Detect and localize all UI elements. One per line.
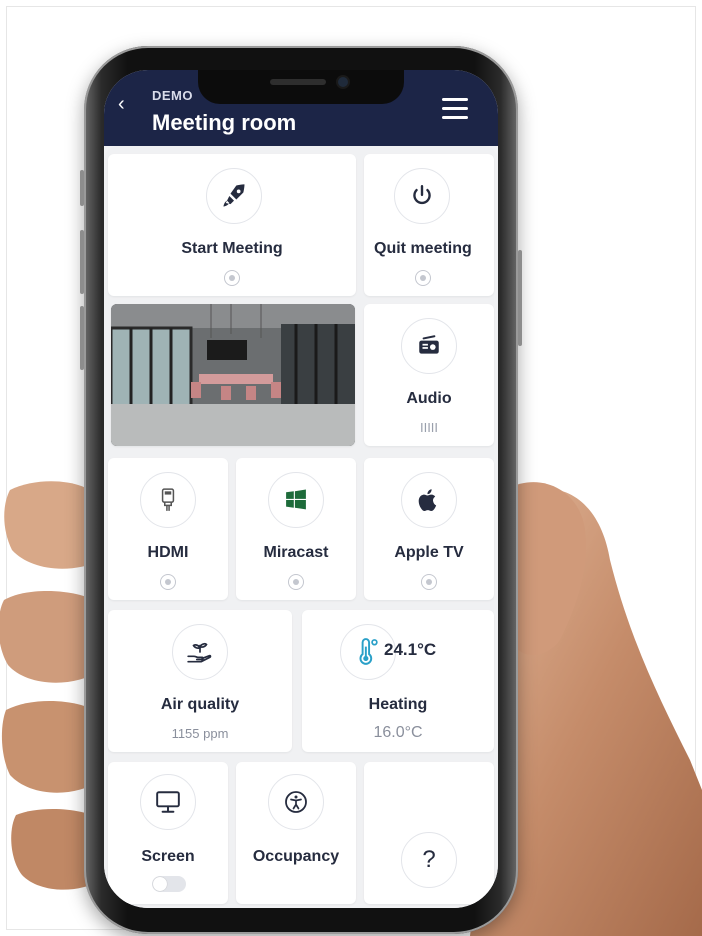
start-meeting-tile[interactable]: Start Meeting	[108, 154, 356, 296]
heating-label: Heating	[368, 696, 428, 713]
tiles-grid: Start Meeting Quit meeting Audio IIIII H…	[104, 146, 498, 908]
apple-tv-indicator	[421, 574, 437, 590]
occupancy-label: Occupancy	[252, 848, 340, 865]
hdmi-icon	[140, 472, 196, 528]
quit-meeting-tile[interactable]: Quit meeting	[364, 154, 494, 296]
miracast-indicator	[288, 574, 304, 590]
power-button	[518, 250, 522, 346]
plant-hand-icon	[172, 624, 228, 680]
windows-icon	[268, 472, 324, 528]
apple-tv-tile[interactable]: Apple TV	[364, 458, 494, 600]
hdmi-tile[interactable]: HDMI	[108, 458, 228, 600]
apple-icon	[401, 472, 457, 528]
apple-tv-label: Apple TV	[394, 544, 464, 561]
volume-down-button	[80, 306, 84, 370]
air-quality-value: 1155 ppm	[171, 726, 229, 741]
monitor-icon	[140, 774, 196, 830]
audio-level: IIIII	[419, 420, 439, 435]
page-title: Meeting room	[152, 110, 297, 135]
screen-toggle[interactable]	[152, 876, 186, 892]
miracast-tile[interactable]: Miracast	[236, 458, 356, 600]
hdmi-label: HDMI	[147, 544, 189, 561]
hamburger-menu-icon[interactable]	[442, 98, 468, 120]
heating-tile[interactable]: 24.1°C Heating 16.0°C	[302, 610, 494, 752]
room-photo	[111, 304, 355, 446]
occupancy-tile[interactable]: Occupancy	[236, 762, 356, 904]
help-tile[interactable]: ?	[364, 762, 494, 904]
power-icon	[394, 168, 450, 224]
air-quality-tile[interactable]: Air quality 1155 ppm	[108, 610, 292, 752]
volume-up-button	[80, 230, 84, 294]
phone-notch	[198, 70, 404, 104]
rocket-icon	[206, 168, 262, 224]
audio-label: Audio	[406, 390, 452, 407]
earpiece-speaker	[270, 79, 326, 85]
front-camera	[338, 77, 348, 87]
phone-screen: ‹ DEMO Meeting room Start Meeting Quit m…	[104, 70, 498, 908]
quit-meeting-label: Quit meeting	[374, 240, 472, 257]
question-icon[interactable]: ?	[401, 832, 457, 888]
chevron-left-icon[interactable]: ‹	[118, 94, 125, 114]
accessibility-icon	[268, 774, 324, 830]
audio-tile[interactable]: Audio IIIII	[364, 304, 494, 446]
screen-tile[interactable]: Screen	[108, 762, 228, 904]
heating-setpoint: 16.0°C	[373, 724, 423, 741]
air-quality-label: Air quality	[160, 696, 240, 713]
hdmi-indicator	[160, 574, 176, 590]
miracast-label: Miracast	[263, 544, 329, 561]
mute-switch	[80, 170, 84, 206]
radio-icon	[401, 318, 457, 374]
screen-label: Screen	[141, 848, 195, 865]
start-meeting-indicator	[224, 270, 240, 286]
start-meeting-label: Start Meeting	[181, 240, 283, 257]
screen-toggle-knob	[153, 877, 167, 891]
quit-meeting-indicator	[415, 270, 431, 286]
heating-current-temp: 24.1°C	[384, 640, 437, 659]
header-subtitle: DEMO	[152, 88, 193, 103]
